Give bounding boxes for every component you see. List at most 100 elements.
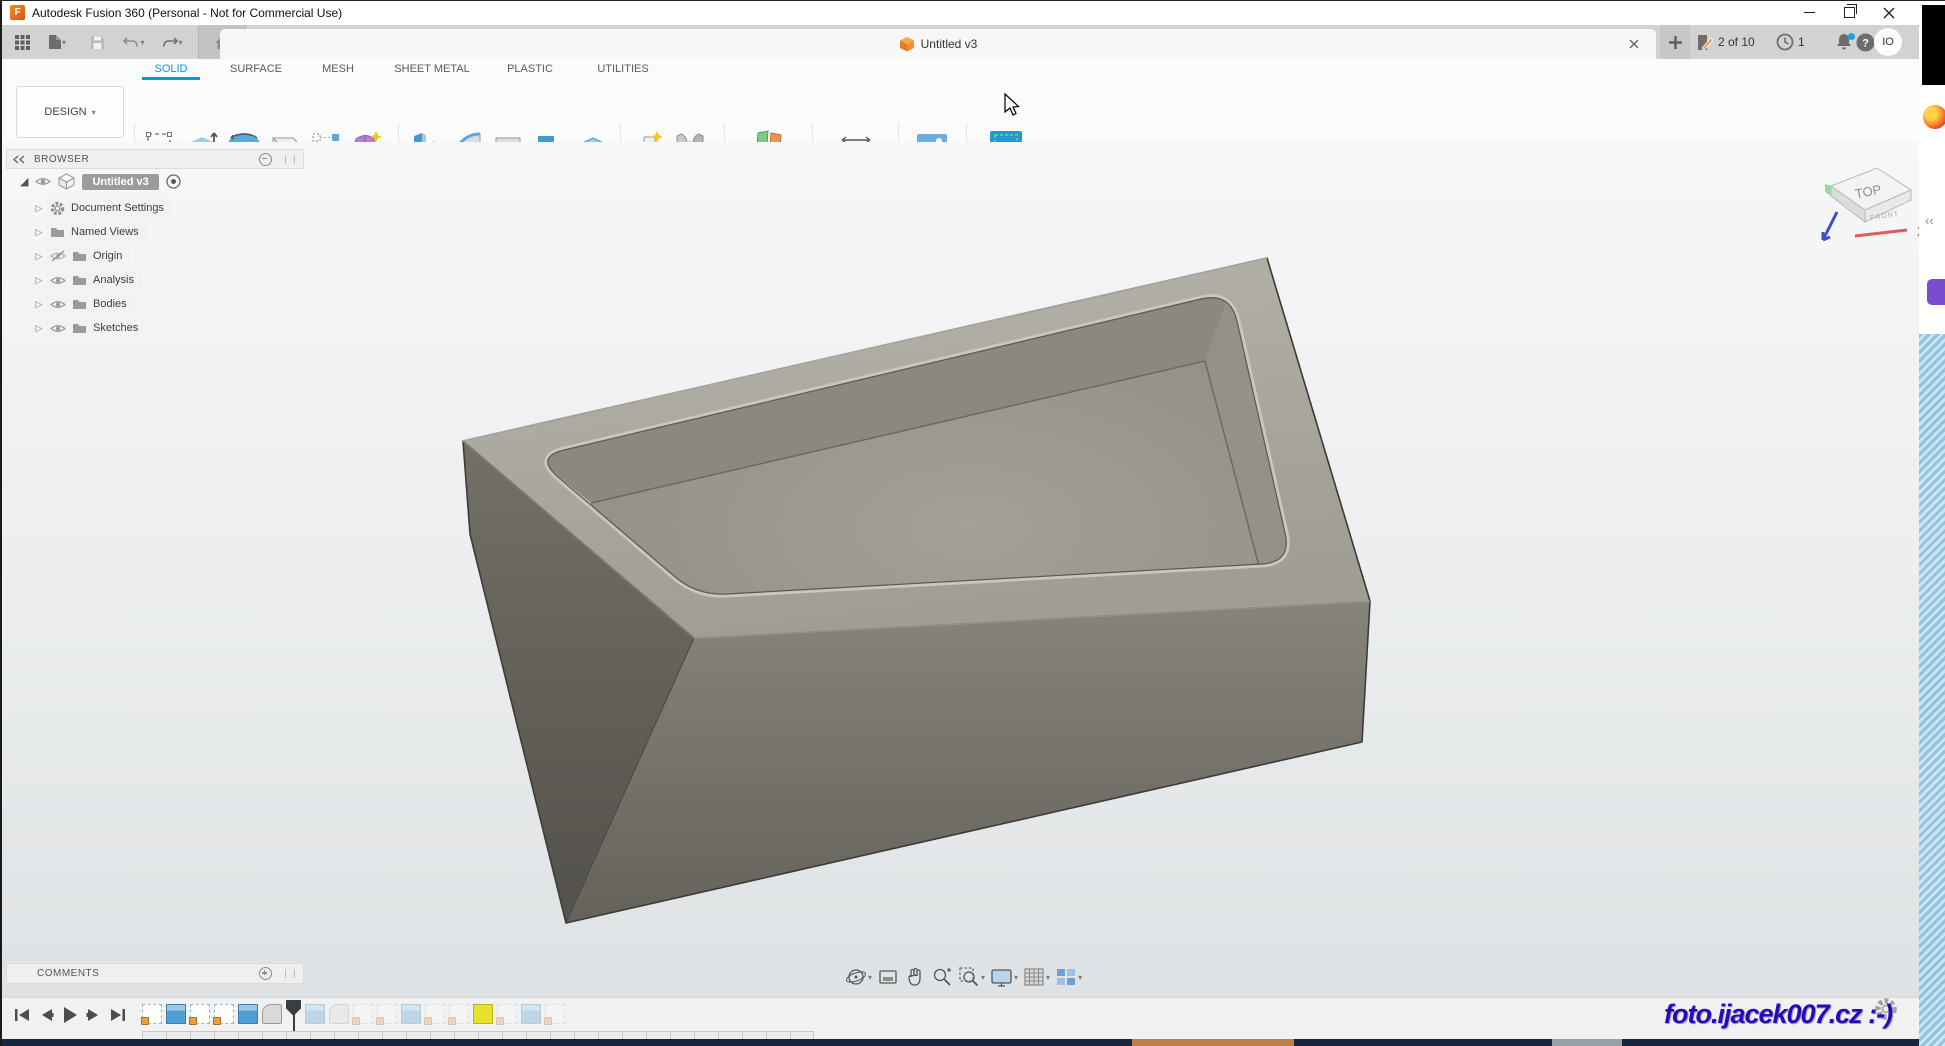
browser-item-label[interactable]: Sketches [93,322,138,334]
grid-settings-button[interactable]: ▾ [1023,966,1050,988]
caret-down-icon: ▾ [981,973,985,982]
new-tab-button[interactable] [1660,25,1690,59]
expand-icon[interactable]: ▷ [32,203,46,214]
timeline-feature-extrude-faded[interactable] [521,1004,541,1024]
go-to-end-button[interactable] [109,1007,126,1023]
timeline-feature-fillet[interactable] [262,1004,282,1024]
minimize-button[interactable] [1794,1,1824,24]
browser-item-label[interactable]: Origin [93,250,122,262]
avatar[interactable]: IO [1874,28,1902,56]
timeline-feature-sketch-faded[interactable] [377,1004,397,1024]
timeline-feature-sketch[interactable] [190,1004,210,1024]
app-grid-button[interactable] [8,25,36,59]
play-button[interactable] [62,1006,78,1024]
help-icon: ? [1856,33,1875,52]
display-settings-button[interactable]: ▾ [990,966,1018,988]
document-tab[interactable]: Untitled v3 [220,29,1656,59]
browser-item-label[interactable]: Named Views [71,226,139,238]
close-button[interactable] [1874,1,1904,24]
step-back-button[interactable] [39,1007,54,1023]
browser-item-label[interactable]: Document Settings [71,202,164,214]
notifications-button[interactable] [1834,25,1854,59]
caret-down-icon: ▾ [62,38,66,47]
zoom-window-button[interactable]: ▾ [958,966,985,988]
browser-item-document-settings[interactable]: ▷ Document Settings [32,197,172,219]
timeline-feature-extrude[interactable] [166,1004,186,1024]
z-axis-arrow [1823,212,1837,240]
timeline-feature-sketch-faded[interactable] [449,1004,469,1024]
expand-icon[interactable]: ▷ [32,251,46,262]
tab-mesh[interactable]: MESH [312,59,364,80]
browser-root-component[interactable]: ◢ Untitled v3 [20,173,181,190]
eye-off-icon[interactable] [50,250,66,262]
orbit-button[interactable]: ▾ [845,966,872,988]
zoom-button[interactable] [931,966,953,988]
timeline-feature-sketch-faded[interactable] [545,1004,565,1024]
eye-icon[interactable] [35,176,51,187]
tab-close-button[interactable] [1626,36,1642,52]
panel-grip[interactable]: ❘❘ [282,968,299,979]
help-button[interactable]: ? [1856,25,1875,59]
browser-item-bodies[interactable]: ▷ Bodies [32,293,135,315]
look-at-button[interactable] [877,966,899,988]
expand-icon[interactable]: ▷ [32,299,46,310]
timeline-feature-fillet-faded[interactable] [329,1004,349,1024]
eye-icon[interactable] [50,275,66,286]
add-comment-icon[interactable] [259,967,272,980]
folder-icon [72,250,87,262]
tab-surface[interactable]: SURFACE [216,59,296,80]
panel-grip[interactable]: ❘❘ [282,154,299,165]
timeline-feature-sketch-faded[interactable] [353,1004,373,1024]
timeline-feature-sketch[interactable] [142,1004,162,1024]
browser-item-label[interactable]: Analysis [93,274,134,286]
tab-plastic[interactable]: PLASTIC [498,59,562,80]
restore-button[interactable] [1834,1,1864,24]
timeline-feature-extrude-faded[interactable] [401,1004,421,1024]
purple-app-icon[interactable] [1927,279,1945,305]
file-menu-button[interactable]: ▾ [42,25,72,59]
timeline-bar [2,997,1919,1040]
eye-icon[interactable] [50,323,66,334]
redo-button[interactable]: ▾ [154,25,190,59]
expanded-arrow-icon[interactable]: ◢ [20,175,28,188]
timeline-feature-sketch[interactable] [214,1004,234,1024]
tab-sheet-metal[interactable]: SHEET METAL [384,59,480,80]
expand-icon[interactable]: ▷ [32,227,46,238]
pan-button[interactable] [904,966,926,988]
timeline-feature-sketch-faded[interactable] [425,1004,445,1024]
model-3d-tray[interactable] [442,236,1392,936]
collapse-panel-icon[interactable] [12,155,26,164]
firefox-icon[interactable] [1923,105,1945,129]
job-status-button[interactable]: 2 of 10 [1696,25,1755,59]
timeline-feature-extrude-faded[interactable] [305,1004,325,1024]
browser-panel-header[interactable]: BROWSER ❘❘ [6,149,304,169]
viewport-canvas[interactable]: TOP FRONT X BROWSER ❘❘ ◢ Untitled v3 ▷ D… [2,142,1919,997]
viewports-button[interactable]: ▾ [1055,966,1082,988]
root-component-label[interactable]: Untitled v3 [82,174,158,190]
browser-item-label[interactable]: Bodies [93,298,127,310]
workspace-selector[interactable]: DESIGN ▾ [16,86,124,138]
history-button[interactable]: 1 [1776,25,1805,59]
timeline-feature-playhead[interactable] [286,1004,301,1024]
expand-icon[interactable]: ▷ [32,323,46,334]
browser-item-sketches[interactable]: ▷ Sketches [32,317,146,339]
view-cube[interactable]: TOP FRONT X [1807,156,1932,256]
grid-icon [1023,966,1045,988]
step-forward-button[interactable] [86,1007,101,1023]
browser-item-origin[interactable]: ▷ Origin [32,245,130,267]
comments-panel-header[interactable]: COMMENTS ❘❘ [6,963,304,984]
browser-item-analysis[interactable]: ▷ Analysis [32,269,142,291]
tab-utilities[interactable]: UTILITIES [588,59,658,80]
eye-icon[interactable] [50,299,66,310]
browser-item-named-views[interactable]: ▷ Named Views [32,221,147,243]
timeline-features[interactable] [142,1004,565,1024]
collapse-all-icon[interactable] [259,153,272,166]
save-button[interactable] [84,25,110,59]
expand-icon[interactable]: ▷ [32,275,46,286]
timeline-feature-sketch-selected[interactable] [473,1004,493,1024]
undo-button[interactable]: ▾ [116,25,152,59]
activate-radio-icon[interactable] [166,174,181,189]
timeline-feature-extrude[interactable] [238,1004,258,1024]
go-to-start-button[interactable] [14,1007,31,1023]
timeline-feature-sketch-faded[interactable] [497,1004,517,1024]
